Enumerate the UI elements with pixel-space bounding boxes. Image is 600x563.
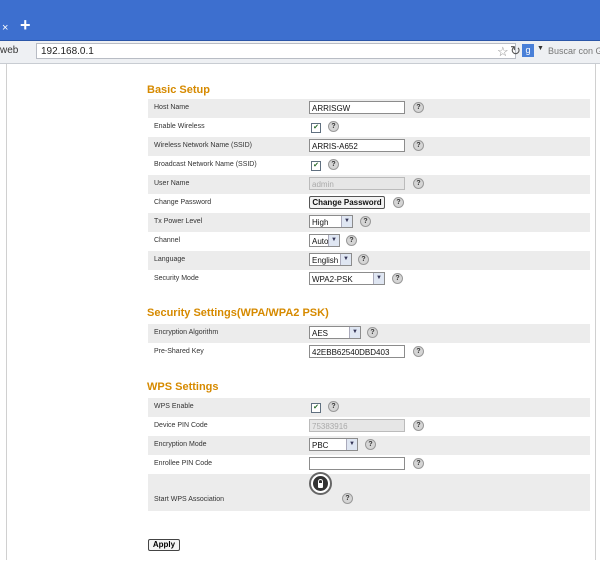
wps-enable-label: WPS Enable	[154, 403, 194, 410]
help-icon[interactable]: ?	[365, 439, 376, 450]
help-icon[interactable]: ?	[392, 273, 403, 284]
help-icon[interactable]: ?	[413, 420, 424, 431]
language-value: English	[312, 256, 339, 265]
encryption-algorithm-select[interactable]: AES ▼	[309, 326, 361, 339]
ssid-row: Wireless Network Name (SSID) ARRIS-A652 …	[148, 137, 590, 156]
pre-shared-key-row: Pre-Shared Key 42EBB62540DBD403 ?	[148, 343, 590, 362]
language-row: Language English ▼ ?	[148, 251, 590, 270]
user-name-input: admin	[309, 177, 405, 190]
device-pin-row: Device PIN Code 75383916 ?	[148, 417, 590, 436]
help-icon[interactable]: ?	[328, 159, 339, 170]
apply-button[interactable]: Apply	[148, 539, 180, 551]
help-icon[interactable]: ?	[413, 140, 424, 151]
help-icon[interactable]: ?	[328, 401, 339, 412]
tab-close-icon[interactable]: ×	[2, 22, 8, 34]
help-icon[interactable]: ?	[358, 254, 369, 265]
change-password-button[interactable]: Change Password	[309, 196, 385, 209]
change-password-label: Change Password	[154, 199, 212, 206]
search-field[interactable]: Buscar con G	[548, 46, 600, 56]
ssid-label: Wireless Network Name (SSID)	[154, 142, 253, 149]
site-identity-label[interactable]: web	[0, 45, 18, 56]
wps-settings-title: WPS Settings	[147, 381, 219, 393]
security-mode-label: Security Mode	[154, 275, 199, 282]
start-wps-button[interactable]	[309, 472, 332, 495]
device-pin-label: Device PIN Code	[154, 422, 208, 429]
help-icon[interactable]: ?	[413, 346, 424, 357]
help-icon[interactable]: ?	[328, 121, 339, 132]
enrollee-pin-label: Enrollee PIN Code	[154, 460, 212, 467]
language-select[interactable]: English ▼	[309, 253, 352, 266]
start-wps-row: Start WPS Association ?	[148, 474, 590, 511]
encryption-mode-select[interactable]: PBC ▼	[309, 438, 358, 451]
chevron-down-icon[interactable]: ▼	[373, 273, 384, 284]
change-password-row: Change Password Change Password ?	[148, 194, 590, 213]
tx-power-value: High	[312, 218, 329, 227]
encryption-mode-label: Encryption Mode	[154, 441, 207, 448]
chevron-down-icon[interactable]: ▼	[340, 254, 351, 265]
browser-tab-bar: × +	[0, 0, 600, 41]
broadcast-ssid-checkbox[interactable]: ✔	[311, 161, 321, 171]
chevron-down-icon[interactable]: ▼	[346, 439, 357, 450]
search-engine-icon[interactable]: g	[522, 44, 534, 57]
security-mode-row: Security Mode WPA2-PSK ▼ ?	[148, 270, 590, 289]
channel-row: Channel Auto ▼ ?	[148, 232, 590, 251]
basic-setup-title: Basic Setup	[147, 84, 210, 96]
language-label: Language	[154, 256, 186, 263]
encryption-algorithm-row: Encryption Algorithm AES ▼ ?	[148, 324, 590, 343]
enable-wireless-label: Enable Wireless	[154, 123, 205, 130]
user-name-row: User Name admin ?	[148, 175, 590, 194]
pre-shared-key-label: Pre-Shared Key	[154, 348, 204, 355]
help-icon[interactable]: ?	[360, 216, 371, 227]
tx-power-select[interactable]: High ▼	[309, 215, 353, 228]
new-tab-button[interactable]: +	[20, 16, 31, 34]
security-settings-title: Security Settings(WPA/WPA2 PSK)	[147, 307, 329, 319]
chevron-down-icon[interactable]: ▼	[341, 216, 352, 227]
lock-icon	[313, 476, 328, 491]
device-pin-input: 75383916	[309, 419, 405, 432]
broadcast-ssid-label: Broadcast Network Name (SSID)	[154, 161, 257, 168]
encryption-mode-value: PBC	[312, 441, 329, 450]
reload-icon[interactable]: ↻	[510, 43, 521, 59]
enable-wireless-checkbox[interactable]: ✔	[311, 123, 321, 133]
broadcast-ssid-row: Broadcast Network Name (SSID) ✔ ?	[148, 156, 590, 175]
start-wps-label: Start WPS Association	[154, 496, 225, 503]
help-icon[interactable]: ?	[342, 493, 353, 504]
encryption-algorithm-value: AES	[312, 329, 329, 338]
url-field[interactable]: 192.168.0.1	[36, 43, 516, 59]
chevron-down-icon[interactable]: ▼	[328, 235, 339, 246]
channel-select[interactable]: Auto ▼	[309, 234, 340, 247]
tx-power-label: Tx Power Level	[154, 218, 203, 225]
encryption-mode-row: Encryption Mode PBC ▼ ?	[148, 436, 590, 455]
user-name-label: User Name	[154, 180, 190, 187]
encryption-algorithm-label: Encryption Algorithm	[154, 329, 219, 336]
host-name-row: Host Name ARRISGW ?	[148, 99, 590, 118]
host-name-input[interactable]: ARRISGW	[309, 101, 405, 114]
help-icon[interactable]: ?	[393, 197, 404, 208]
pre-shared-key-input[interactable]: 42EBB62540DBD403	[309, 345, 405, 358]
help-icon[interactable]: ?	[413, 178, 424, 189]
lock-body	[318, 483, 323, 488]
channel-value: Auto	[312, 237, 329, 246]
enrollee-pin-input[interactable]	[309, 457, 405, 470]
help-icon[interactable]: ?	[413, 102, 424, 113]
enrollee-pin-row: Enrollee PIN Code ?	[148, 455, 590, 474]
wps-enable-row: WPS Enable ✔ ?	[148, 398, 590, 417]
wps-enable-checkbox[interactable]: ✔	[311, 403, 321, 413]
ssid-input[interactable]: ARRIS-A652	[309, 139, 405, 152]
security-mode-select[interactable]: WPA2-PSK ▼	[309, 272, 385, 285]
help-icon[interactable]: ?	[367, 327, 378, 338]
tx-power-row: Tx Power Level High ▼ ?	[148, 213, 590, 232]
security-mode-value: WPA2-PSK	[312, 275, 353, 284]
bookmark-star-icon[interactable]: ☆	[497, 44, 509, 60]
enable-wireless-row: Enable Wireless ✔ ?	[148, 118, 590, 137]
host-name-label: Host Name	[154, 104, 190, 111]
help-icon[interactable]: ?	[413, 458, 424, 469]
help-icon[interactable]: ?	[346, 235, 357, 246]
chevron-down-icon[interactable]: ▼	[349, 327, 360, 338]
address-bar: web 192.168.0.1 ☆ ↻ g ▼ Buscar con G	[0, 41, 600, 64]
channel-label: Channel	[154, 237, 181, 244]
search-engine-dropdown-icon[interactable]: ▼	[537, 45, 544, 52]
